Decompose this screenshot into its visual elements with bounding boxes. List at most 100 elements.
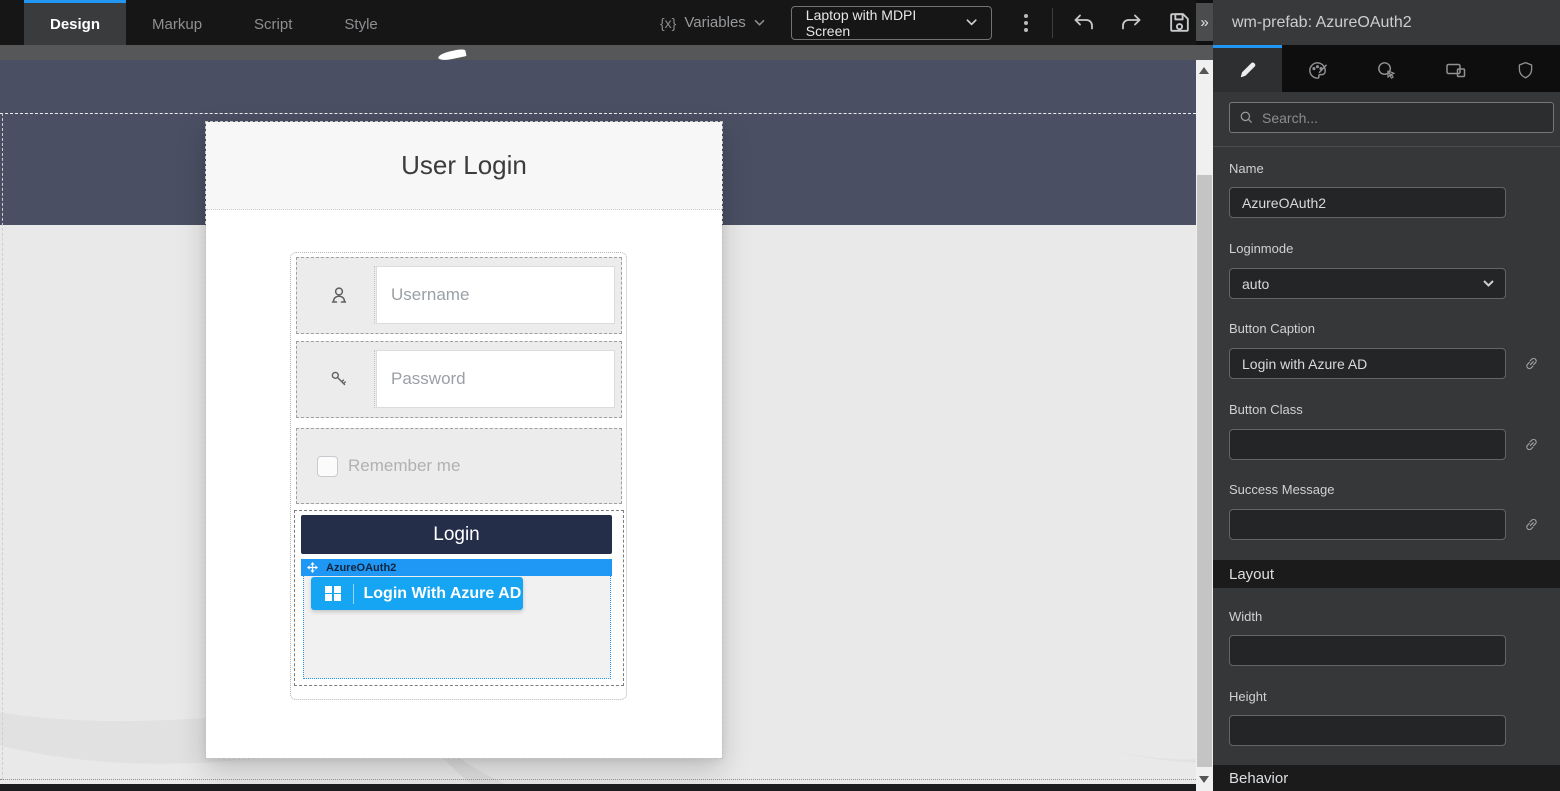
password-row[interactable] [296,341,622,418]
password-input[interactable] [376,350,615,408]
height-input[interactable] [1229,715,1506,746]
panel-divider [1213,146,1560,147]
save-icon [1167,10,1192,35]
bind-success-message[interactable] [1518,511,1544,537]
search-icon [1239,110,1254,125]
shield-icon [1515,60,1536,81]
tab-markup[interactable]: Markup [126,0,228,45]
success-message-input[interactable] [1229,509,1506,540]
inspect-cursor-icon [1375,59,1398,82]
prefab-tag-label: AzureOAuth2 [326,562,396,574]
name-label: Name [1229,161,1264,176]
redo-button[interactable] [1115,5,1149,41]
button-class-input[interactable] [1229,429,1506,460]
panel-header: wm-prefab: AzureOAuth2 [1213,0,1560,45]
panel-expand-button[interactable]: » [1196,3,1213,41]
username-input[interactable] [376,266,615,324]
login-card[interactable]: User Login [206,122,722,758]
button-separator [353,584,354,604]
remember-me-checkbox[interactable] [317,456,338,477]
undo-button[interactable] [1067,5,1101,41]
page-top-strip [0,45,1196,60]
success-message-label: Success Message [1229,482,1335,497]
more-options-icon[interactable] [1014,8,1038,38]
pencil-icon [1237,60,1258,81]
scrollbar-cap [1196,45,1213,60]
variables-dropdown[interactable]: {x} Variables [660,14,765,31]
redo-icon [1119,11,1143,35]
canvas-scrollbar[interactable] [1196,60,1213,791]
height-label: Height [1229,689,1267,704]
section-behavior[interactable]: Behavior [1213,765,1560,791]
double-chevron-icon: » [1200,14,1208,31]
loginmode-label: Loginmode [1229,241,1293,256]
username-row[interactable] [296,257,622,334]
button-class-label: Button Class [1229,402,1303,417]
property-search[interactable] [1229,102,1554,133]
section-layout[interactable]: Layout [1213,560,1560,588]
container-outline-left [2,113,3,780]
search-input[interactable] [1262,110,1544,126]
wavemaker-studio: Design Markup Script Style {x} Variables… [0,0,1560,791]
login-card-header[interactable]: User Login [206,122,722,210]
palette-icon [1306,59,1329,82]
properties-panel: » wm-prefab: AzureOAuth2 [1213,0,1560,791]
name-input[interactable] [1229,187,1506,218]
scroll-up-arrow[interactable] [1199,67,1209,74]
user-icon [327,283,351,307]
tab-markup-label: Markup [152,16,202,33]
devices-icon [1444,58,1468,82]
password-icon-box [304,350,375,408]
login-button[interactable]: Login [301,515,612,554]
panel-title: wm-prefab: AzureOAuth2 [1232,14,1412,32]
windows-logo-icon [325,586,341,602]
tab-design[interactable]: Design [24,0,126,45]
tab-devices[interactable] [1421,45,1490,92]
width-input[interactable] [1229,635,1506,666]
bind-button-class[interactable] [1518,431,1544,457]
tab-properties[interactable] [1213,45,1282,92]
mode-tabs: Design Markup Script Style [24,0,404,45]
variables-label: Variables [684,14,745,31]
azure-login-button[interactable]: Login With Azure AD [311,577,523,610]
tab-selectors[interactable] [1352,45,1421,92]
prefab-selection-bar[interactable]: AzureOAuth2 [301,559,612,576]
screen-size-value: Laptop with MDPI Screen [806,7,954,39]
panel-tabs [1213,45,1560,92]
top-toolbar: Design Markup Script Style {x} Variables… [0,0,1196,45]
link-icon [1523,516,1540,533]
tab-styles[interactable] [1282,45,1351,92]
loginmode-select[interactable]: auto [1229,268,1506,299]
button-caption-label: Button Caption [1229,321,1315,336]
save-button[interactable] [1162,5,1196,41]
scrollbar-thumb[interactable] [1197,175,1212,767]
design-canvas[interactable]: User Login [0,45,1196,791]
tab-script-label: Script [254,16,292,33]
remember-me-label: Remember me [348,456,460,476]
scroll-down-arrow[interactable] [1199,776,1209,783]
chevron-down-icon [966,18,977,27]
remember-me-row[interactable]: Remember me [296,428,622,504]
loginmode-value: auto [1242,276,1269,292]
button-caption-input[interactable] [1229,348,1506,379]
bind-button-caption[interactable] [1518,350,1544,376]
tab-style-label: Style [344,16,377,33]
page-title: User Login [401,150,527,181]
tab-style[interactable]: Style [318,0,403,45]
username-icon-box [304,266,375,324]
link-icon [1523,355,1540,372]
screen-size-selector[interactable]: Laptop with MDPI Screen [791,6,992,40]
login-form-container[interactable]: Remember me Login AzureOAuth2 [290,252,627,700]
container-outline-top [0,113,1196,114]
key-icon [328,368,350,390]
section-layout-label: Layout [1229,566,1274,583]
tab-security[interactable] [1491,45,1560,92]
tab-script[interactable]: Script [228,0,318,45]
undo-icon [1072,11,1096,35]
width-label: Width [1229,609,1262,624]
chevron-down-icon [1482,279,1495,288]
container-outline-bottom [0,779,1196,780]
move-icon [307,562,318,573]
variables-icon: {x} [660,15,676,31]
toolbar-divider [1052,8,1053,38]
